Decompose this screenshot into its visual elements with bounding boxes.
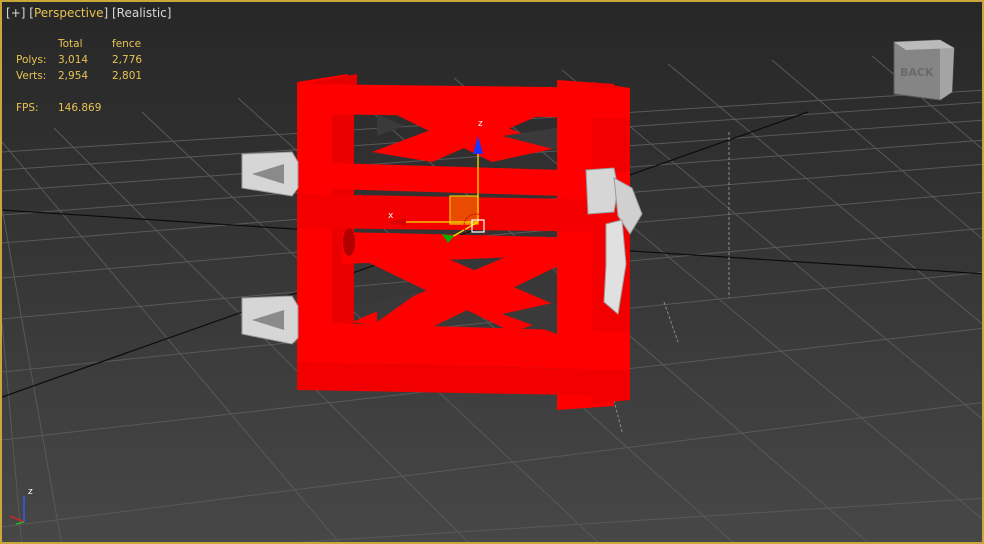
- stats-header-selected: fence: [112, 38, 142, 50]
- stats-verts-total: 2,954: [58, 70, 89, 82]
- tripod-z-label: z: [28, 487, 33, 497]
- axis-tripod: z: [9, 487, 33, 525]
- viewport-plus-menu[interactable]: +: [11, 6, 21, 20]
- fence-object[interactable]: [297, 74, 630, 410]
- viewport-view-menu[interactable]: Perspective: [34, 6, 104, 20]
- stats-verts-selected: 2,801: [112, 70, 143, 82]
- stats-header-total: Total: [58, 38, 83, 50]
- gizmo-z-label: z: [478, 119, 483, 129]
- viewcube[interactable]: BACK: [893, 39, 955, 101]
- hinge-bottom[interactable]: [241, 295, 299, 345]
- hinge-top[interactable]: [241, 151, 299, 197]
- viewport-label-menu[interactable]: [+] [Perspective] [Realistic]: [6, 6, 171, 20]
- stats-verts-label: Verts:: [16, 70, 47, 82]
- stats-fps-label: FPS:: [16, 102, 39, 114]
- gizmo-x-label: x: [388, 211, 394, 221]
- viewport-shading-menu[interactable]: Realistic: [117, 6, 167, 20]
- perspective-viewport[interactable]: z x BACK z [+] [Perspective] [Realistic]…: [0, 0, 984, 544]
- stats-polys-label: Polys:: [16, 54, 47, 66]
- viewcube-face-label[interactable]: BACK: [900, 66, 934, 79]
- stats-polys-total: 3,014: [58, 54, 89, 66]
- stats-polys-selected: 2,776: [112, 54, 143, 66]
- scene-canvas[interactable]: z x BACK z: [2, 2, 984, 544]
- stats-fps-value: 146.869: [58, 102, 102, 114]
